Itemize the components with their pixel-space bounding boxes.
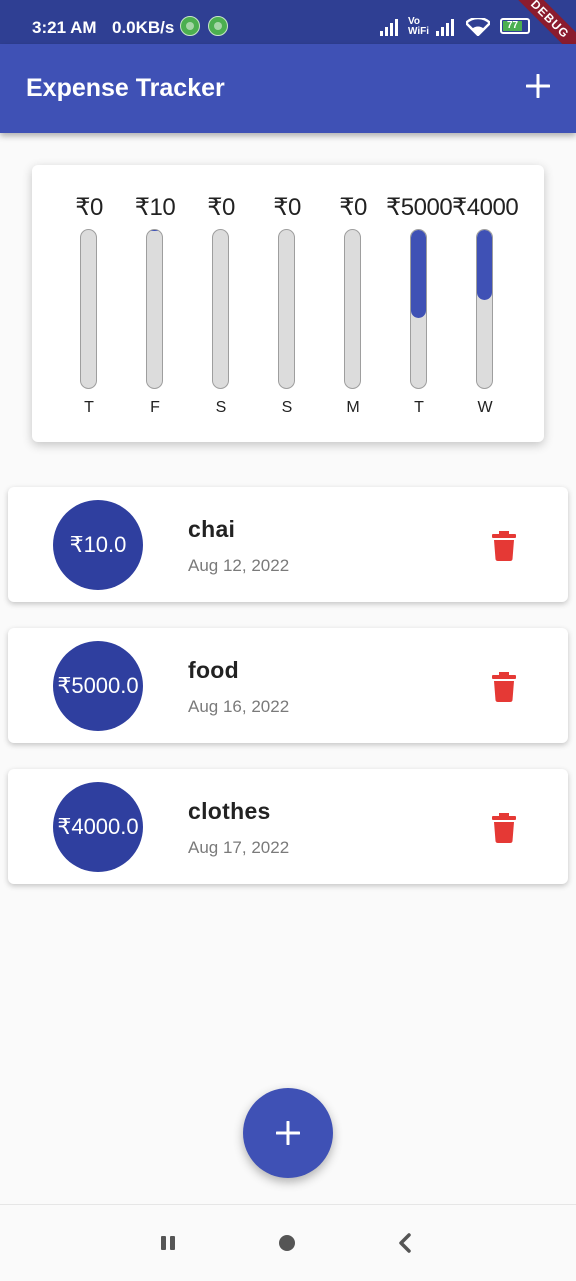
app-title: Expense Tracker <box>26 74 225 103</box>
bar-day-label: S <box>254 399 320 417</box>
transaction-date: Aug 12, 2022 <box>188 556 289 576</box>
transaction-title: food <box>188 657 239 684</box>
amount-avatar: ₹10.0 <box>53 500 143 590</box>
chart-bar-column: ₹0 S <box>188 165 254 442</box>
bar-day-label: M <box>320 399 386 417</box>
amount-avatar: ₹4000.0 <box>53 782 143 872</box>
plus-icon[interactable] <box>526 74 550 98</box>
bar-track <box>476 229 493 389</box>
battery-icon: 77 <box>500 18 530 34</box>
bar-track <box>344 229 361 389</box>
transaction-date: Aug 17, 2022 <box>188 838 289 858</box>
bar-amount-label: ₹0 <box>320 193 386 222</box>
status-bar: 3:21 AM 0.0KB/s VoWiFi 77 DEBUG <box>0 0 576 44</box>
transaction-card: ₹5000.0 food Aug 16, 2022 <box>8 628 568 743</box>
bar-amount-label: ₹10 <box>122 193 188 222</box>
bar-fill <box>477 230 492 300</box>
chart-bar-column: ₹0 M <box>320 165 386 442</box>
bar-amount-label: ₹5000 <box>386 193 452 222</box>
transaction-title: clothes <box>188 798 271 825</box>
status-time: 3:21 AM <box>32 18 97 38</box>
bar-track <box>146 229 163 389</box>
status-network-speed: 0.0KB/s <box>112 18 174 38</box>
bar-track <box>278 229 295 389</box>
bar-day-label: S <box>188 399 254 417</box>
delete-icon[interactable] <box>492 672 516 702</box>
delete-icon[interactable] <box>492 813 516 843</box>
chart-bar-column: ₹0 T <box>56 165 122 442</box>
bar-day-label: F <box>122 399 188 417</box>
weekly-chart-card: ₹0 T ₹10 F ₹0 S ₹0 S ₹0 M ₹5000 T ₹4000 W <box>32 165 544 442</box>
app-bar: Expense Tracker <box>0 44 576 133</box>
back-icon[interactable] <box>394 1231 418 1255</box>
transaction-date: Aug 16, 2022 <box>188 697 289 717</box>
bar-day-label: T <box>56 399 122 417</box>
bar-amount-label: ₹0 <box>188 193 254 222</box>
chart-bar-column: ₹10 F <box>122 165 188 442</box>
transaction-card: ₹10.0 chai Aug 12, 2022 <box>8 487 568 602</box>
bar-amount-label: ₹4000 <box>452 193 518 222</box>
plus-icon <box>276 1121 300 1145</box>
recents-icon[interactable] <box>156 1231 180 1255</box>
wifi-icon <box>466 18 490 36</box>
bar-amount-label: ₹0 <box>56 193 122 222</box>
notification-app-icon <box>180 16 200 36</box>
delete-icon[interactable] <box>492 531 516 561</box>
chart-bar-column: ₹5000 T <box>386 165 452 442</box>
bar-day-label: W <box>452 399 518 417</box>
chart-bar-column: ₹0 S <box>254 165 320 442</box>
system-nav-bar <box>0 1204 576 1281</box>
chart-bar-column: ₹4000 W <box>452 165 518 442</box>
home-icon[interactable] <box>275 1231 299 1255</box>
bar-amount-label: ₹0 <box>254 193 320 222</box>
bar-day-label: T <box>386 399 452 417</box>
add-transaction-button[interactable] <box>243 1088 333 1178</box>
signal-icon <box>380 18 402 36</box>
amount-avatar: ₹5000.0 <box>53 641 143 731</box>
bar-track <box>80 229 97 389</box>
transaction-title: chai <box>188 516 235 543</box>
bar-fill <box>411 230 426 318</box>
transaction-card: ₹4000.0 clothes Aug 17, 2022 <box>8 769 568 884</box>
bar-track <box>410 229 427 389</box>
notification-app-icon <box>208 16 228 36</box>
bar-track <box>212 229 229 389</box>
signal-icon <box>436 18 458 36</box>
vowifi-icon: VoWiFi <box>408 17 429 37</box>
